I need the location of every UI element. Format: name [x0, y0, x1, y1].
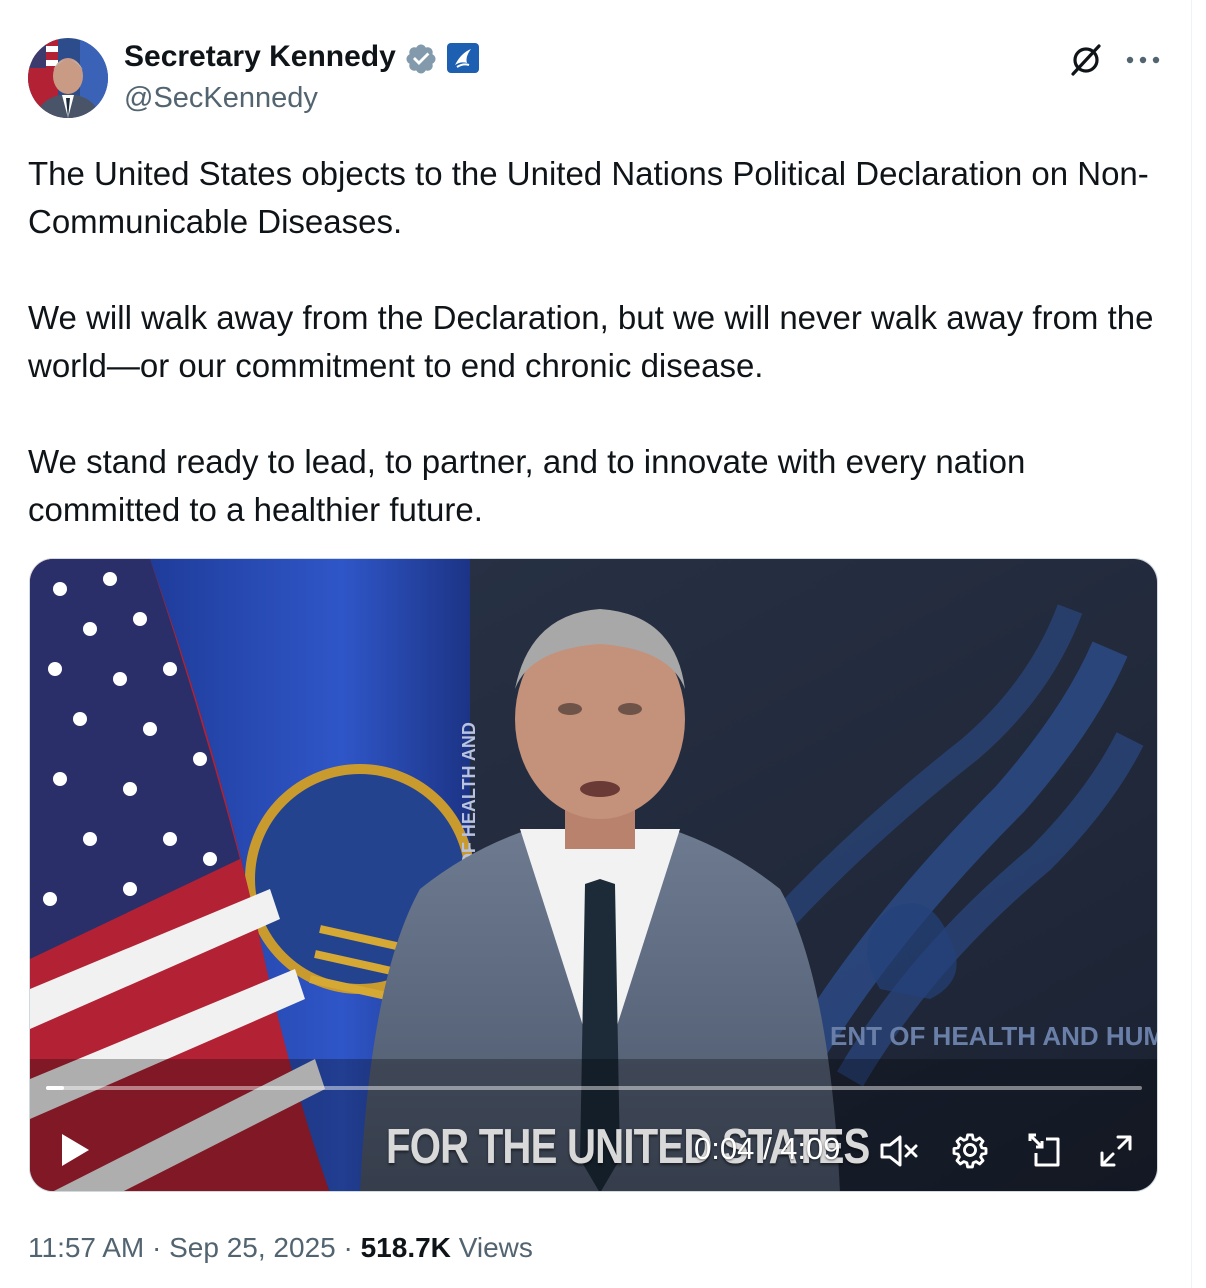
video-time: 0:04 / 4:09: [694, 1131, 841, 1166]
video-progress-fill: [46, 1086, 64, 1090]
backdrop-text: ENT OF HEALTH AND HUM: [830, 1021, 1158, 1051]
play-icon[interactable]: [58, 1131, 92, 1169]
meta-separator: ·: [343, 1232, 353, 1263]
author-handle[interactable]: @SecKennedy: [124, 80, 318, 116]
author-display-name[interactable]: Secretary Kennedy: [124, 38, 396, 76]
meta-separator: ·: [152, 1232, 162, 1263]
views-count: 518.7K: [360, 1232, 451, 1263]
more-options-icon[interactable]: [1125, 55, 1161, 65]
tweet-paragraph: The United States objects to the United …: [28, 155, 1149, 240]
tweet-time[interactable]: 11:57 AM: [28, 1232, 144, 1263]
video-player[interactable]: DEPARTMENT OF HEALTH AND ENT OF HEALTH A…: [29, 558, 1158, 1192]
tweet-text: The United States objects to the United …: [28, 150, 1168, 534]
tweet-paragraph: We will walk away from the Declaration, …: [28, 299, 1154, 384]
grok-icon[interactable]: [1068, 42, 1104, 78]
fullscreen-icon[interactable]: [1098, 1133, 1134, 1169]
views-label: Views: [458, 1232, 533, 1263]
settings-gear-icon[interactable]: [951, 1131, 989, 1169]
video-frame: DEPARTMENT OF HEALTH AND: [30, 559, 1157, 1191]
author-avatar[interactable]: [28, 38, 108, 118]
column-divider: [1191, 0, 1192, 1288]
affiliation-badge-icon[interactable]: [447, 43, 479, 73]
video-progress-bar[interactable]: [46, 1086, 1142, 1090]
tweet-paragraph: We stand ready to lead, to partner, and …: [28, 443, 1026, 528]
tweet-meta: 11:57 AM · Sep 25, 2025 · 518.7K Views: [28, 1230, 533, 1266]
muted-volume-icon[interactable]: [878, 1133, 920, 1169]
verified-badge-icon[interactable]: [404, 42, 438, 76]
picture-in-picture-icon[interactable]: [1026, 1131, 1064, 1169]
tweet-date[interactable]: Sep 25, 2025: [169, 1232, 336, 1263]
